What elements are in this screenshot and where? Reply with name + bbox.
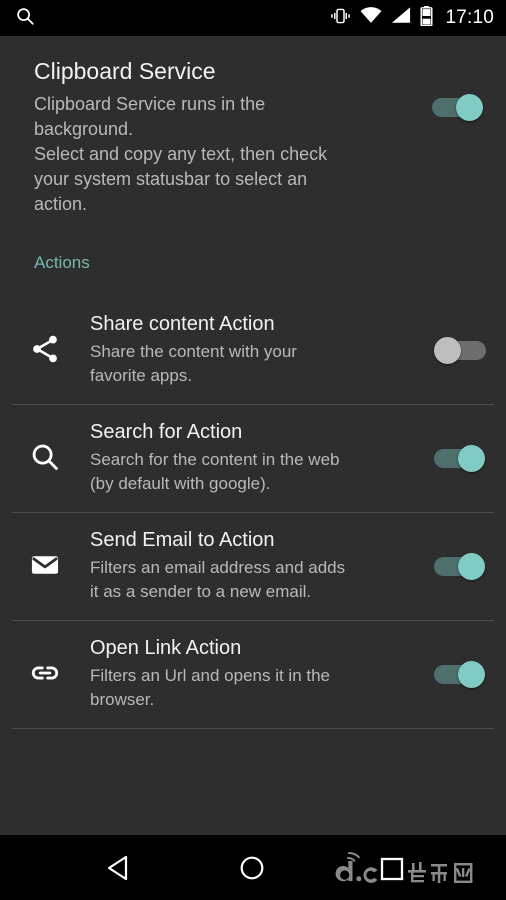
list-item-text: Share content Action Share the content w… <box>90 311 414 388</box>
home-icon[interactable] <box>238 855 266 886</box>
switch-thumb <box>456 94 483 121</box>
recents-icon[interactable] <box>379 857 405 886</box>
list-item-subtitle: Share the content with your favorite app… <box>90 342 297 385</box>
switch-thumb <box>434 337 461 364</box>
vibrate-icon <box>330 7 351 30</box>
app-header: Clipboard Service Clipboard Service runs… <box>0 36 506 217</box>
switch-thumb <box>458 445 485 472</box>
battery-icon <box>420 5 433 31</box>
wifi-icon <box>360 7 382 29</box>
service-toggle[interactable] <box>432 92 484 122</box>
list-item-text: Search for Action Search for the content… <box>90 419 414 496</box>
list-item-toggle[interactable] <box>414 419 506 473</box>
list-item[interactable]: Search for Action Search for the content… <box>0 405 506 512</box>
section-header-actions: Actions <box>0 252 506 274</box>
list-item-toggle[interactable] <box>414 527 506 581</box>
list-item-toggle[interactable] <box>414 311 506 365</box>
toggle-switch-on[interactable] <box>432 92 484 122</box>
toggle-switch-on[interactable] <box>434 443 486 473</box>
switch-thumb <box>458 661 485 688</box>
list-item-title: Share content Action <box>90 313 275 335</box>
status-bar-right: 17:10 <box>330 5 494 31</box>
navigation-bar <box>0 835 506 900</box>
status-bar-clock: 17:10 <box>445 7 494 28</box>
toggle-switch-on[interactable] <box>434 659 486 689</box>
list-item-title: Open Link Action <box>90 637 242 659</box>
site-watermark <box>332 849 492 893</box>
list-item-text: Send Email to Action Filters an email ad… <box>90 527 414 604</box>
search-icon[interactable] <box>14 5 36 32</box>
mail-icon <box>0 527 90 581</box>
list-item-text: Open Link Action Filters an Url and open… <box>90 635 414 712</box>
phone-screen: 17:10 Clipboard Service Clipboard Servic… <box>0 0 506 900</box>
status-bar-left <box>14 5 36 32</box>
list-item[interactable]: Send Email to Action Filters an email ad… <box>0 513 506 620</box>
page-description: Clipboard Service runs in the background… <box>34 94 328 214</box>
status-bar: 17:10 <box>0 0 506 36</box>
list-item-title: Search for Action <box>90 421 243 443</box>
list-item-subtitle: Filters an email address and adds it as … <box>90 558 346 601</box>
list-item-subtitle: Filters an Url and opens it in the brows… <box>90 666 331 709</box>
link-icon <box>0 635 90 689</box>
toggle-switch-off[interactable] <box>434 335 486 365</box>
list-item-toggle[interactable] <box>414 635 506 689</box>
signal-icon <box>391 7 411 29</box>
list-item[interactable]: Share content Action Share the content w… <box>0 297 506 404</box>
section-header-label: Actions <box>34 253 90 272</box>
list-item[interactable]: Open Link Action Filters an Url and open… <box>0 621 506 728</box>
list-item-title: Send Email to Action <box>90 529 275 551</box>
actions-list: Share content Action Share the content w… <box>0 297 506 729</box>
switch-thumb <box>458 553 485 580</box>
page-title: Clipboard Service <box>34 58 216 84</box>
search-icon <box>0 419 90 473</box>
list-divider <box>12 728 494 729</box>
toggle-switch-on[interactable] <box>434 551 486 581</box>
list-item-subtitle: Search for the content in the web (by de… <box>90 450 340 493</box>
back-icon[interactable] <box>104 855 134 886</box>
share-icon <box>0 311 90 365</box>
